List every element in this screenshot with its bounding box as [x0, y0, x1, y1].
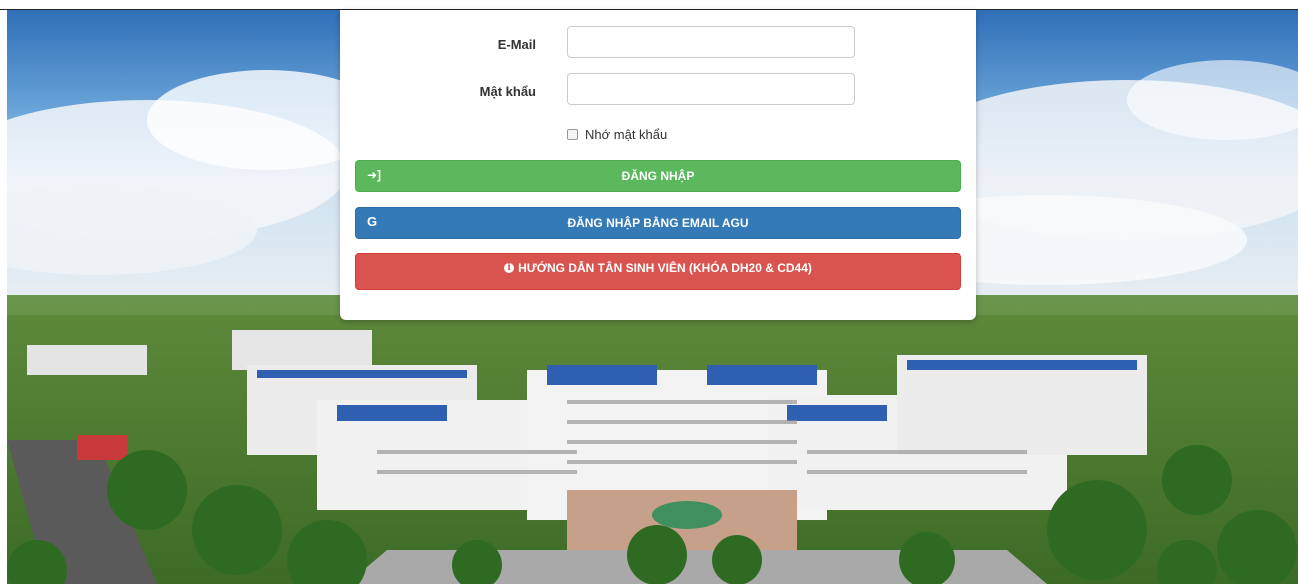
info-icon: i [504, 262, 515, 273]
login-google-button-label: ĐĂNG NHẬP BẰNG EMAIL AGU [567, 216, 749, 230]
password-field[interactable] [567, 73, 855, 105]
remember-me[interactable]: Nhớ mật khẩu [567, 127, 667, 142]
login-button[interactable]: ➜] ĐĂNG NHẬP [355, 160, 961, 192]
login-google-button[interactable]: G ĐĂNG NHẬP BẰNG EMAIL AGU [355, 207, 961, 239]
remember-checkbox[interactable] [567, 129, 578, 140]
sign-in-icon: ➜] [367, 168, 382, 182]
login-button-label: ĐĂNG NHẬP [621, 169, 695, 183]
login-card: E-Mail Mật khẩu Nhớ mật khẩu ➜] ĐĂNG NHẬ… [340, 10, 976, 320]
remember-label: Nhớ mật khẩu [585, 127, 668, 142]
top-edge [0, 0, 1298, 10]
email-label: E-Mail [497, 37, 536, 52]
freshman-guide-button-label: HƯỚNG DẪN TÂN SINH VIÊN (KHÓA DH20 & CD4… [518, 260, 812, 275]
password-label: Mật khẩu [479, 84, 536, 99]
freshman-guide-button[interactable]: i HƯỚNG DẪN TÂN SINH VIÊN (KHÓA DH20 & C… [355, 253, 961, 290]
email-field[interactable] [567, 26, 855, 58]
google-icon: G [367, 214, 378, 229]
